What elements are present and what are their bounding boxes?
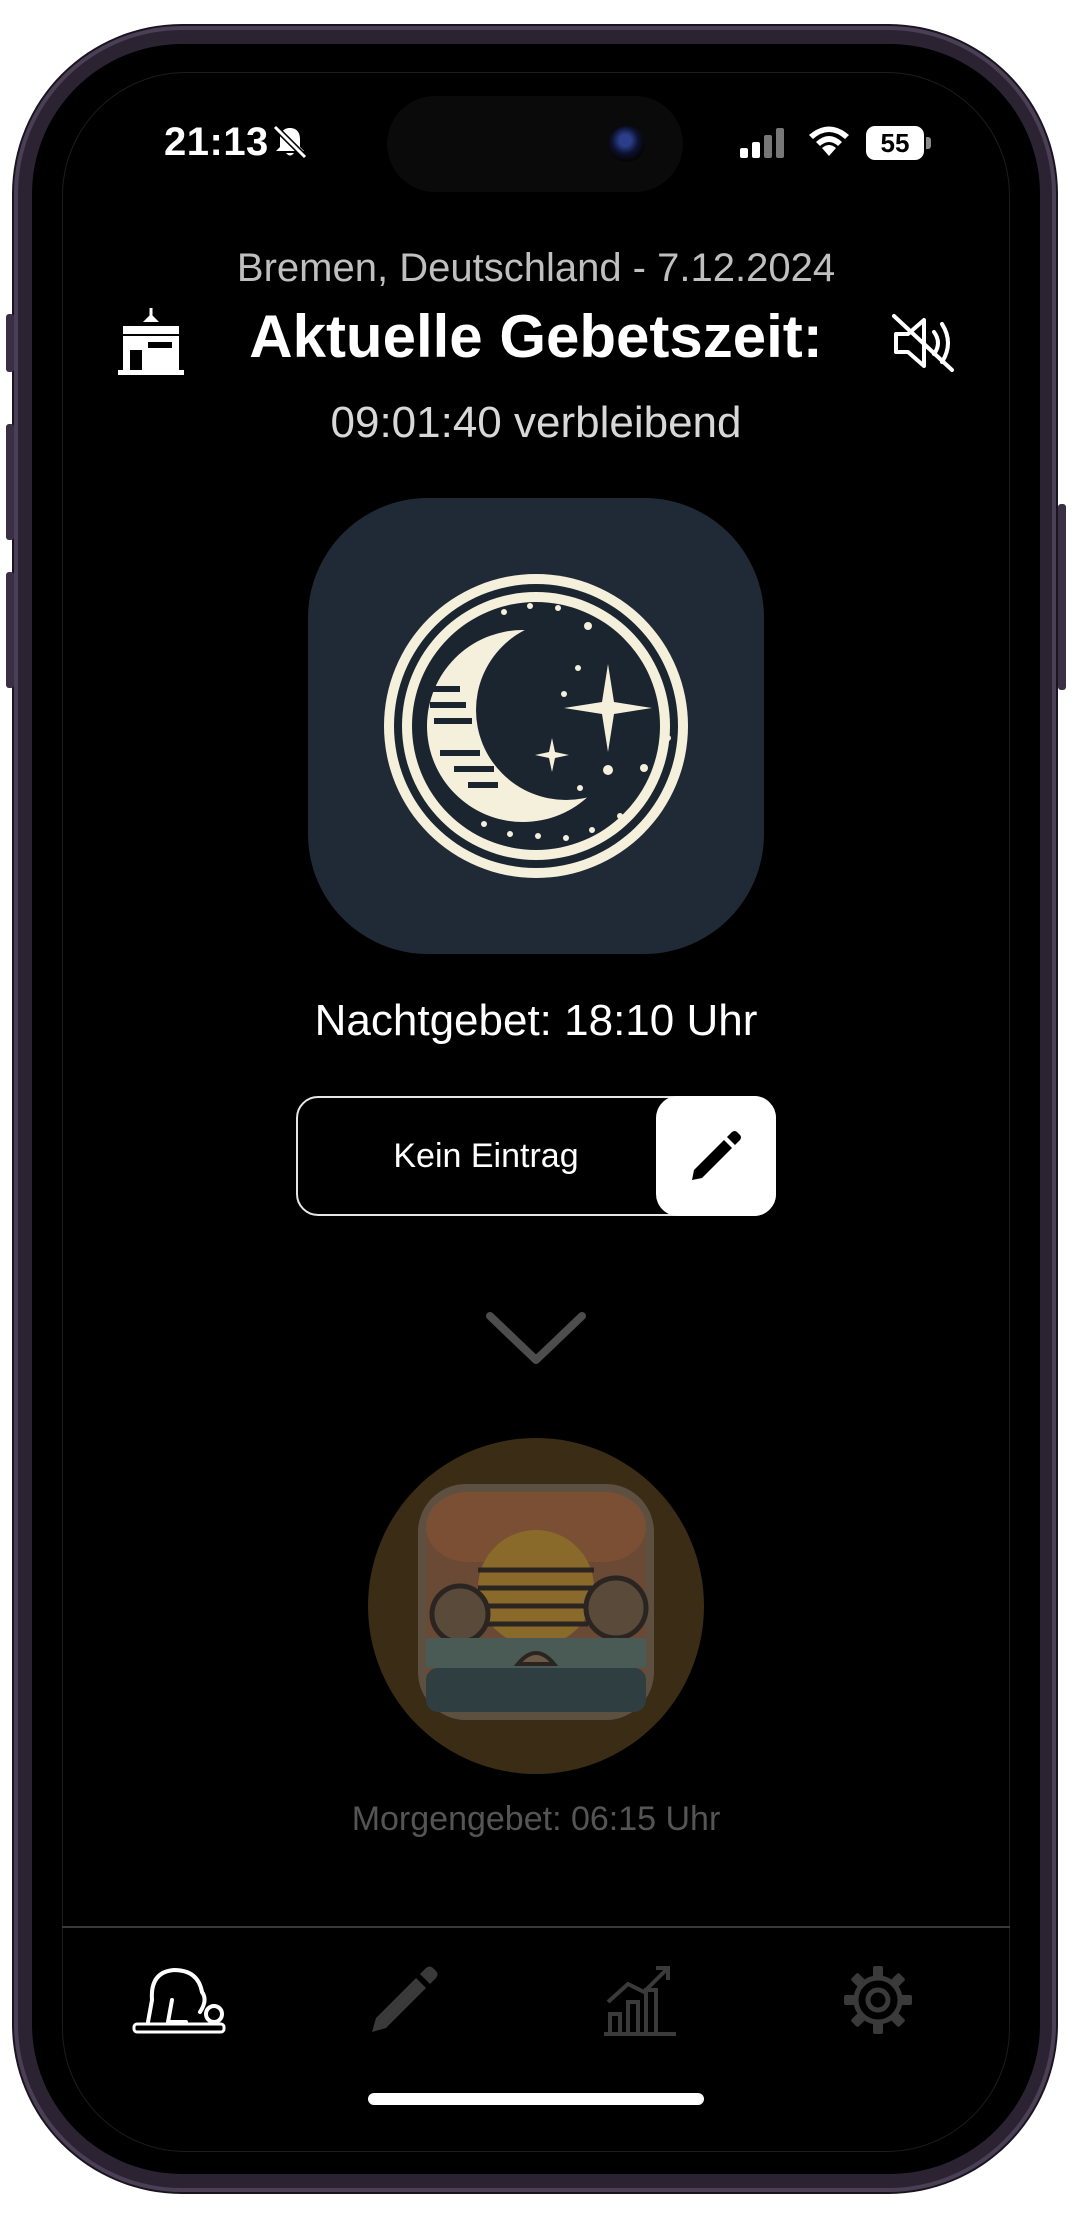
power-button [1058, 504, 1066, 690]
chart-icon [604, 1966, 676, 2036]
tab-settings[interactable] [838, 1960, 948, 2050]
home-indicator[interactable] [368, 2093, 704, 2105]
status-time: 21:13 [164, 120, 269, 164]
tab-prayer[interactable] [128, 1960, 238, 2050]
dynamic-island [387, 96, 683, 192]
time-remaining: 09:01:40 verbleibend [330, 398, 742, 447]
pencil-icon [692, 1131, 741, 1180]
battery-icon: 55 [866, 126, 924, 160]
bell-slash-icon [272, 124, 308, 160]
gear-icon [844, 1966, 912, 2034]
camera-icon [609, 126, 645, 162]
cellular-signal-icon [740, 128, 784, 158]
pencil-icon [372, 1966, 438, 2032]
praying-person-icon [132, 1967, 226, 2034]
volume-down-button [6, 572, 14, 688]
tab-edit[interactable] [364, 1960, 474, 2050]
current-prayer-image [308, 498, 764, 954]
current-prayer-time: Nachtgebet: 18:10 Uhr [314, 996, 758, 1045]
speaker-muted-icon[interactable] [890, 312, 956, 374]
tab-bar-divider [62, 1926, 1010, 1928]
action-button [6, 314, 14, 372]
edit-entry-button[interactable] [656, 1096, 776, 1216]
chevron-down-icon[interactable] [484, 1308, 588, 1370]
wifi-icon [809, 126, 849, 156]
moon-stars-icon [384, 574, 688, 878]
battery-nub [926, 137, 931, 149]
next-prayer-time: Morgengebet: 06:15 Uhr [351, 1800, 721, 1838]
page-title: Aktuelle Gebetszeit: [249, 303, 823, 370]
location-date: Bremen, Deutschland - 7.12.2024 [236, 246, 836, 290]
entry-status-label: Kein Eintrag [393, 1137, 579, 1175]
volume-up-button [6, 424, 14, 540]
next-prayer-image [368, 1438, 704, 1774]
tab-stats[interactable] [600, 1960, 710, 2050]
sunrise-icon [418, 1484, 654, 1720]
